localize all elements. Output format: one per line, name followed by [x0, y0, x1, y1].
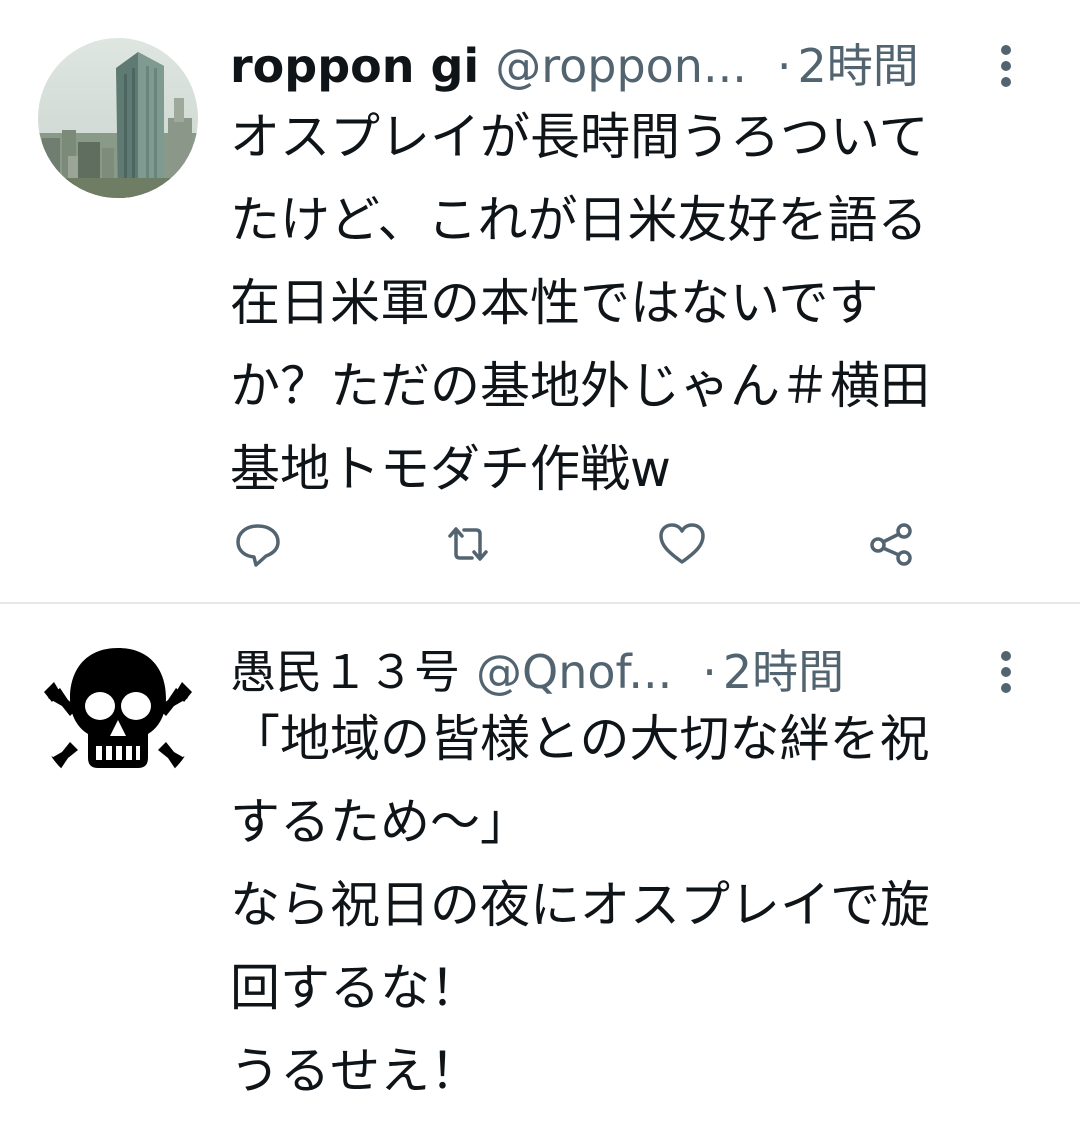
timestamp[interactable]: 2時間 [797, 36, 918, 96]
skull-crossbones-avatar-icon [38, 632, 198, 792]
share-icon [870, 523, 912, 566]
user-handle[interactable]: @Qnof... [476, 642, 672, 702]
display-name[interactable]: 愚民１３号 [230, 642, 460, 702]
share-button[interactable] [866, 518, 918, 570]
city-skyline-avatar-icon [38, 38, 198, 198]
tweet[interactable]: roppon gi @roppon... · 2時間 オスプレイが長時間うろつい… [0, 0, 1080, 602]
like-icon [659, 523, 705, 564]
tweet-header: 愚民１３号 @Qnof... · 2時間 [230, 642, 1060, 702]
retweet-button[interactable] [442, 518, 494, 570]
timestamp[interactable]: 2時間 [723, 642, 844, 702]
separator: · [702, 645, 717, 699]
tweet-actions [232, 518, 932, 574]
retweet-icon [448, 527, 488, 561]
reply-icon [236, 524, 280, 567]
like-button[interactable] [656, 518, 708, 570]
avatar[interactable] [38, 38, 198, 198]
display-name[interactable]: roppon gi [230, 36, 479, 96]
separator: · [776, 39, 792, 93]
tweet-header: roppon gi @roppon... · 2時間 [230, 36, 1060, 96]
user-handle[interactable]: @roppon... [495, 36, 747, 96]
more-options-icon[interactable] [1000, 648, 1012, 696]
reply-button[interactable] [232, 518, 284, 570]
tweet-text: 「地域の皆様との大切な絆を祝 するため～」 なら祝日の夜にオスプレイで旋 回する… [230, 710, 930, 1100]
tweet-text: オスプレイが長時間うろついて たけど、これが日米友好を語る 在日米軍の本性ではな… [230, 108, 930, 498]
more-options-icon[interactable] [1000, 42, 1012, 90]
tweet[interactable]: 愚民１３号 @Qnof... · 2時間 「地域の皆様との大切な絆を祝 するため… [0, 604, 1080, 1144]
avatar[interactable] [38, 632, 198, 792]
